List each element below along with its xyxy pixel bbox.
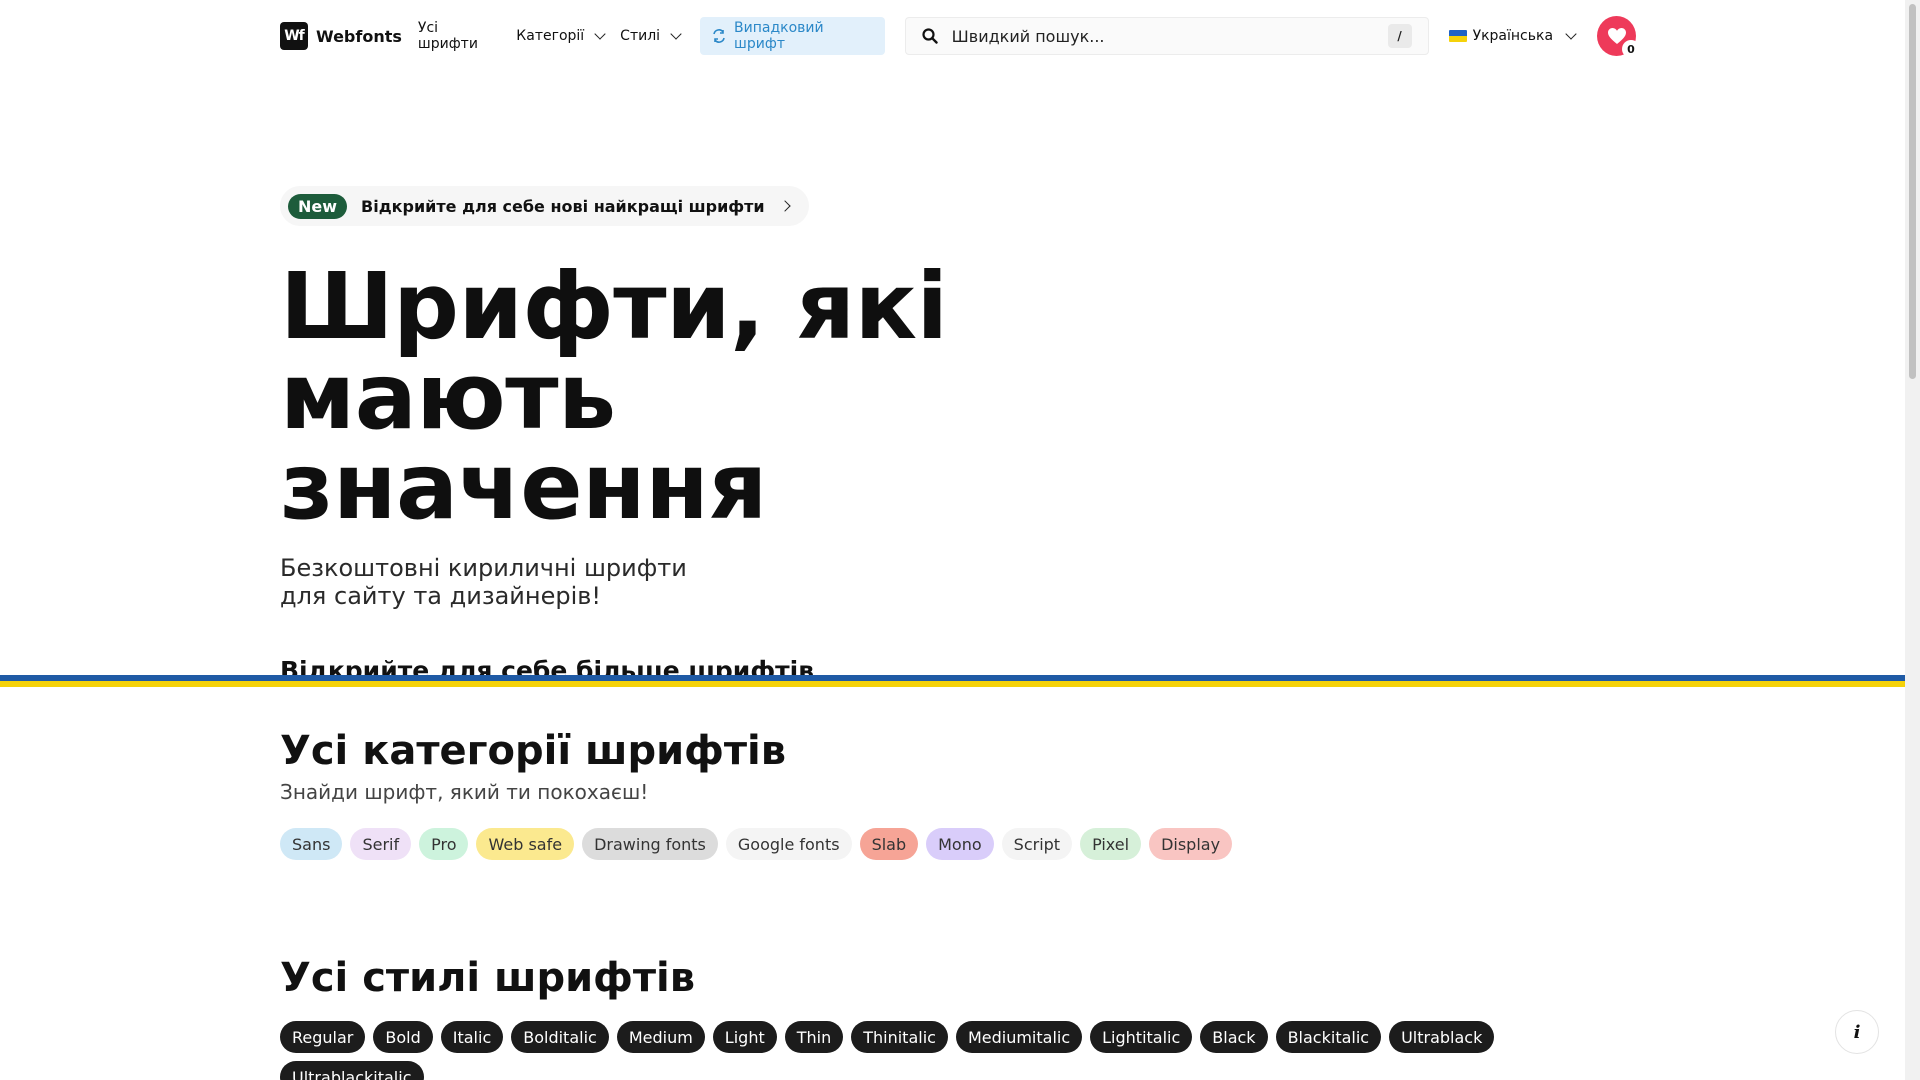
chevron-right-icon xyxy=(778,200,791,212)
search-input[interactable] xyxy=(951,26,1388,46)
new-badge: New xyxy=(288,193,348,219)
style-chip[interactable]: Italic xyxy=(440,1021,504,1053)
category-chip[interactable]: Web safe xyxy=(476,828,575,860)
shuffle-icon xyxy=(712,29,726,43)
nav-categories-dropdown[interactable]: Категорії xyxy=(516,28,606,44)
nav-all-fonts[interactable]: Усі шрифти xyxy=(418,20,500,52)
category-chip[interactable]: Serif xyxy=(350,828,412,860)
language-label: Українська xyxy=(1472,28,1554,44)
hero-subtitle-line-2: для сайту та дизайнерів! xyxy=(280,582,602,610)
page-scrollbar[interactable] xyxy=(1905,0,1920,1080)
style-chip[interactable]: Blackitalic xyxy=(1275,1021,1382,1053)
style-chip[interactable]: Light xyxy=(712,1021,777,1053)
hero-subtitle: Безкоштовні кириличні шрифти для сайту т… xyxy=(280,554,700,610)
chevron-down-icon xyxy=(594,28,606,40)
ukraine-stripe-divider xyxy=(0,675,1905,687)
search-icon xyxy=(922,28,938,44)
favorites-button[interactable]: 0 xyxy=(1597,16,1640,58)
page: Wf Webfonts Усі шрифти Категорії Стилі В… xyxy=(0,0,1905,1080)
random-font-button[interactable]: Випадковий шрифт xyxy=(700,17,885,55)
style-chip[interactable]: Thinitalic xyxy=(851,1021,948,1053)
nav-all-fonts-label: Усі шрифти xyxy=(417,20,478,52)
category-chip[interactable]: Mono xyxy=(926,828,994,860)
chevron-down-icon xyxy=(1565,28,1577,40)
nav-styles-dropdown[interactable]: Стилі xyxy=(620,28,682,44)
style-chip[interactable]: Medium xyxy=(616,1021,705,1053)
hero-section: New Відкрийте для себе нові найкращі шри… xyxy=(280,186,1636,685)
style-chip[interactable]: Black xyxy=(1200,1021,1268,1053)
style-chip[interactable]: Lightitalic xyxy=(1090,1021,1193,1053)
stripe-yellow xyxy=(0,681,1905,687)
style-chip[interactable]: Thin xyxy=(784,1021,844,1053)
logo-text: Webfonts xyxy=(316,26,402,46)
nav-styles-label: Стилі xyxy=(620,28,661,44)
language-selector[interactable]: Українська xyxy=(1448,28,1577,44)
categories-section: Усі категорії шрифтів Знайди шрифт, який… xyxy=(280,728,1636,860)
info-button[interactable]: i xyxy=(1835,1010,1879,1054)
chevron-down-icon xyxy=(670,28,682,40)
category-chip[interactable]: Google fonts xyxy=(725,828,852,860)
site-header: Wf Webfonts Усі шрифти Категорії Стилі В… xyxy=(280,16,1640,58)
category-chip[interactable]: Pro xyxy=(419,828,469,860)
search-shortcut-key: / xyxy=(1387,24,1412,48)
logo-link[interactable]: Wf Webfonts xyxy=(280,22,402,50)
ukraine-flag-icon xyxy=(1448,30,1467,42)
logo-mark: Wf xyxy=(280,22,308,50)
category-chip[interactable]: Pixel xyxy=(1080,828,1142,860)
category-chip-list: Sans Serif Pro Web safe Drawing fonts Google … xyxy=(280,828,1636,860)
categories-subtitle: Знайди шрифт, який ти покохаєш! xyxy=(280,780,649,804)
style-chip[interactable]: Mediumitalic xyxy=(955,1021,1083,1053)
nav-categories-label: Категорії xyxy=(516,28,585,44)
hero-subtitle-line-1: Безкоштовні кириличні шрифти xyxy=(280,554,687,582)
category-chip[interactable]: Display xyxy=(1149,828,1233,860)
favorites-count-badge: 0 xyxy=(1622,40,1640,58)
search-bar: / xyxy=(904,17,1429,55)
category-chip[interactable]: Sans xyxy=(280,828,343,860)
style-chip[interactable]: Bolditalic xyxy=(511,1021,609,1053)
category-chip[interactable]: Slab xyxy=(859,828,919,860)
new-fonts-promo-link[interactable]: New Відкрийте для себе нові найкращі шри… xyxy=(280,186,809,226)
style-chip[interactable]: Ultrablack xyxy=(1389,1021,1495,1053)
style-chip[interactable]: Bold xyxy=(373,1021,433,1053)
style-chip-list: Regular Bold Italic Bolditalic Medium Light Th… xyxy=(280,1021,1636,1080)
styles-section: Усі стилі шрифтів Regular Bold Italic Boldi… xyxy=(280,955,1636,1080)
categories-title: Усі категорії шрифтів xyxy=(280,728,787,774)
hero-title: Шрифти, які мають значення xyxy=(280,261,1080,533)
random-font-label: Випадковий шрифт xyxy=(734,20,824,52)
style-chip[interactable]: Ultrablackitalic xyxy=(280,1061,424,1080)
category-chip[interactable]: Script xyxy=(1001,828,1073,860)
category-chip[interactable]: Drawing fonts xyxy=(582,828,718,860)
style-chip[interactable]: Regular xyxy=(280,1021,366,1053)
scrollbar-thumb[interactable] xyxy=(1909,4,1916,379)
promo-text: Відкрийте для себе нові найкращі шрифти xyxy=(361,196,765,216)
hero-title-line-2: мають значення xyxy=(280,343,767,540)
styles-title: Усі стилі шрифтів xyxy=(280,955,696,1001)
